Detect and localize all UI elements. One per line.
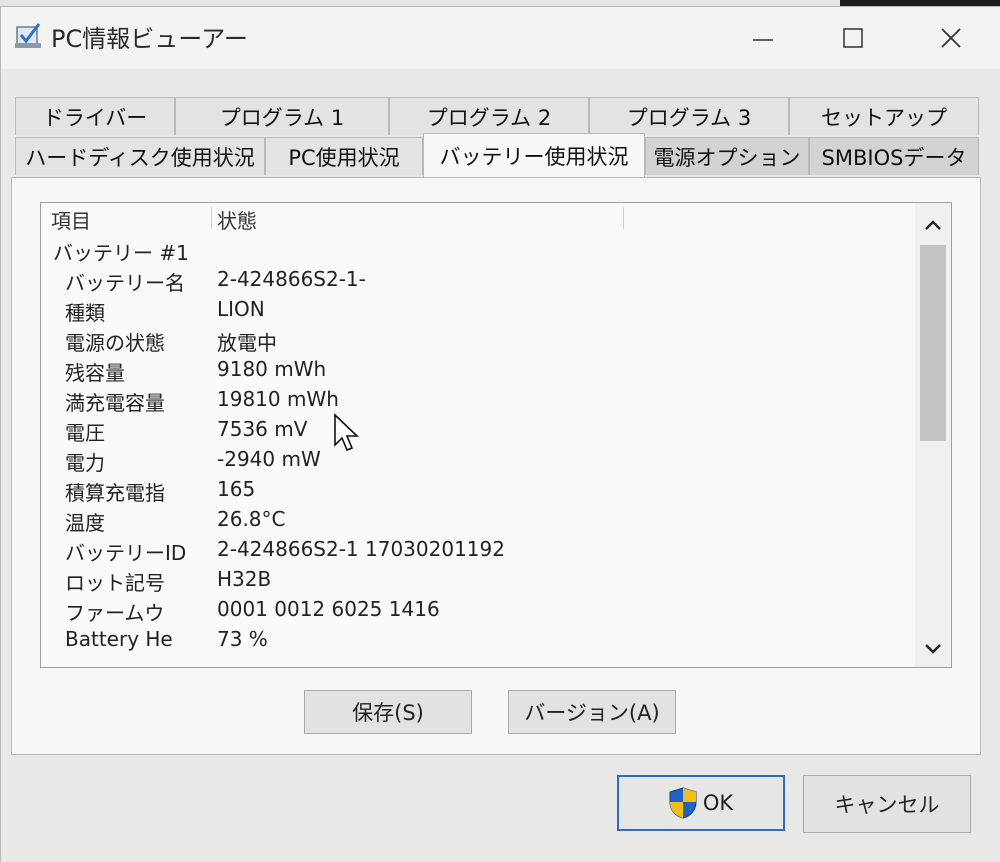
tab-setup[interactable]: セットアップ xyxy=(789,97,979,135)
vertical-scrollbar[interactable] xyxy=(915,203,951,667)
maximize-button[interactable] xyxy=(821,15,885,61)
table-row[interactable]: 種類 LION xyxy=(41,295,917,325)
table-row[interactable]: ロット記号 H32B xyxy=(41,565,917,595)
ok-button[interactable]: OK xyxy=(617,775,785,831)
chevron-up-icon xyxy=(925,220,941,230)
table-row[interactable]: 電圧 7536 mV xyxy=(41,415,917,445)
table-row[interactable]: バッテリー名 2-424866S2-1- xyxy=(41,265,917,295)
table-row[interactable]: 電源の状態 放電中 xyxy=(41,325,917,355)
close-button[interactable] xyxy=(919,15,983,61)
cancel-button[interactable]: キャンセル xyxy=(803,775,971,833)
tab-pc-usage[interactable]: PC使用状況 xyxy=(265,137,423,175)
window-title: PC情報ビューアー xyxy=(51,25,248,53)
chevron-down-icon xyxy=(925,644,941,654)
column-separator[interactable] xyxy=(623,207,624,229)
table-row[interactable]: 積算充電指 165 xyxy=(41,475,917,505)
column-header-item[interactable]: 項目 xyxy=(51,205,91,234)
table-row[interactable]: 電力 -2940 mW xyxy=(41,445,917,475)
minimize-button[interactable] xyxy=(731,15,795,61)
title-bar[interactable]: PC情報ビューアー xyxy=(1,7,1000,69)
scroll-down-button[interactable] xyxy=(915,631,951,667)
version-button[interactable]: バージョン(A) xyxy=(508,690,676,734)
ok-label: OK xyxy=(702,791,734,815)
tab-harddisk-usage[interactable]: ハードディスク使用状況 xyxy=(15,137,265,175)
list-header: 項目 状態 xyxy=(41,203,917,233)
tab-power-options[interactable]: 電源オプション xyxy=(645,137,809,175)
table-row[interactable]: 残容量 9180 mWh xyxy=(41,355,917,385)
close-icon xyxy=(941,28,961,48)
dialog-client-area: ドライバー プログラム 1 プログラム 2 プログラム 3 セットアップ ハード… xyxy=(1,69,1000,862)
uac-shield-icon xyxy=(669,787,697,819)
column-header-status[interactable]: 状態 xyxy=(217,205,257,234)
table-row[interactable]: バッテリーID 2-424866S2-1 17030201192 xyxy=(41,535,917,565)
minimize-icon xyxy=(753,39,773,41)
column-separator[interactable] xyxy=(211,207,212,229)
scroll-up-button[interactable] xyxy=(915,207,951,243)
list-group-row[interactable]: バッテリー #1 xyxy=(41,235,917,265)
tab-program-2[interactable]: プログラム 2 xyxy=(389,97,589,135)
table-row[interactable]: 温度 26.8°C xyxy=(41,505,917,535)
checklist-icon xyxy=(13,21,43,51)
tab-program-3[interactable]: プログラム 3 xyxy=(589,97,789,135)
save-button[interactable]: 保存(S) xyxy=(304,690,472,734)
tab-smbios-data[interactable]: SMBIOSデータ xyxy=(809,137,979,175)
table-row[interactable]: Battery He 73 % xyxy=(41,625,917,655)
mouse-cursor-icon xyxy=(333,413,359,457)
tab-battery-usage[interactable]: バッテリー使用状況 xyxy=(423,133,645,177)
tab-drivers[interactable]: ドライバー xyxy=(15,97,175,135)
scrollbar-thumb[interactable] xyxy=(920,245,946,441)
table-row[interactable]: 満充電容量 19810 mWh xyxy=(41,385,917,415)
tab-program-1[interactable]: プログラム 1 xyxy=(175,97,389,135)
table-row[interactable]: ファームウ 0001 0012 6025 1416 xyxy=(41,595,917,625)
battery-info-list[interactable]: 項目 状態 バッテリー #1 バッテリー名 2-424866S2-1- 種類 LIO… xyxy=(40,202,952,668)
pc-info-viewer-window: PC情報ビューアー ドライバー プログラム 1 プログラム 2 プログラム 3 … xyxy=(0,6,1000,862)
battery-usage-panel: 項目 状態 バッテリー #1 バッテリー名 2-424866S2-1- 種類 LIO… xyxy=(11,177,981,755)
maximize-icon xyxy=(843,28,863,48)
